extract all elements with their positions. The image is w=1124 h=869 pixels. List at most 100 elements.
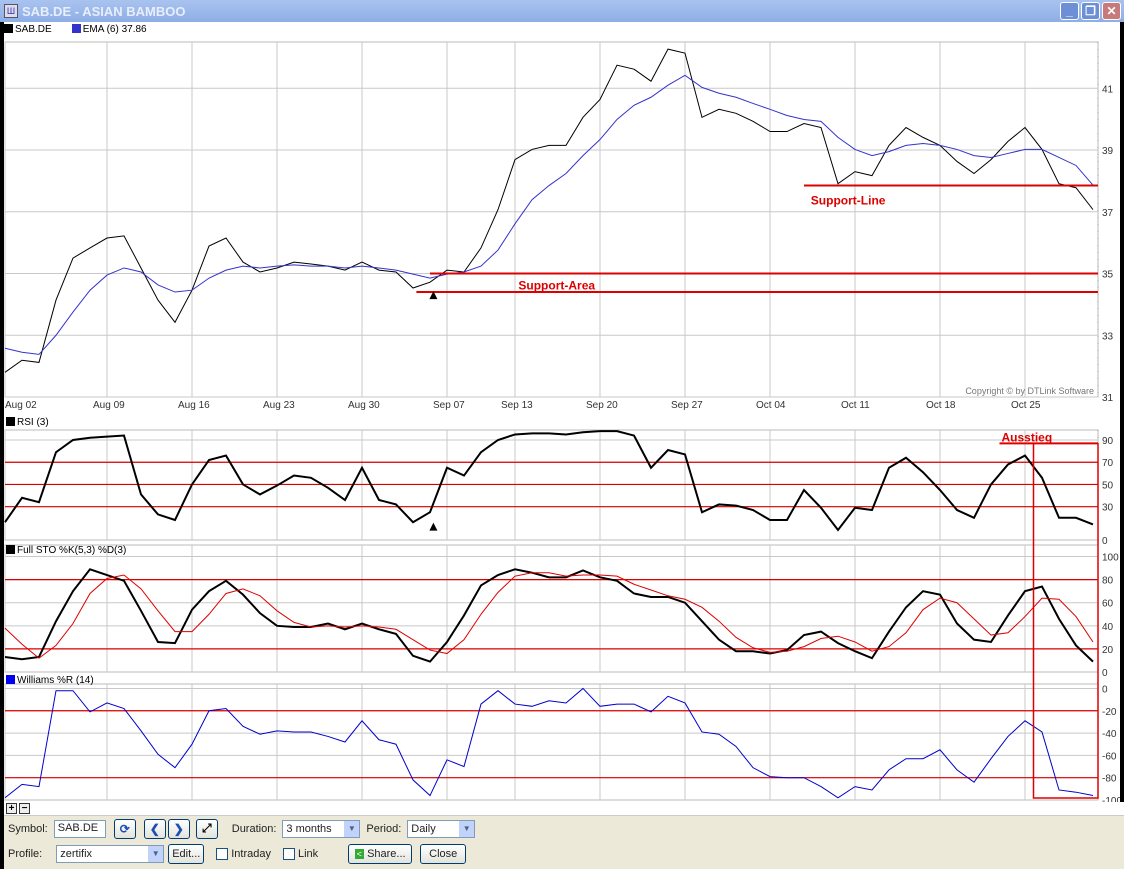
- annotation-label: Support-Line: [811, 193, 886, 207]
- x-tick-label: Oct 11: [841, 400, 870, 411]
- x-tick-label: Sep 20: [586, 400, 618, 411]
- y-tick-label: 100: [1102, 553, 1119, 564]
- chevron-down-icon: ▼: [344, 820, 360, 837]
- duration-label: Duration:: [231, 822, 277, 835]
- profile-select[interactable]: zertifix ▼: [56, 844, 165, 863]
- y-tick-label: 0: [1102, 684, 1108, 695]
- period-label: Period:: [366, 822, 402, 835]
- zoom-scroll-row: + −: [4, 802, 1124, 816]
- y-tick-label: 50: [1102, 480, 1114, 491]
- zoom-out-button[interactable]: −: [19, 803, 30, 814]
- checkbox-box[interactable]: [216, 847, 229, 860]
- x-tick-label: Oct 04: [756, 400, 786, 411]
- close-window-button[interactable]: ✕: [1102, 2, 1121, 20]
- x-tick-label: Aug 09: [93, 400, 125, 411]
- chevron-down-icon: ▼: [459, 820, 475, 837]
- checkbox-box[interactable]: [283, 847, 295, 860]
- y-tick-label: 70: [1102, 458, 1114, 469]
- legend-swatch-sto: [6, 545, 15, 554]
- x-tick-label: Sep 07: [433, 400, 465, 411]
- y-tick-label: -40: [1102, 729, 1117, 740]
- sto-legend: Full STO %K(5,3) %D(3): [6, 545, 126, 556]
- x-tick-label: Aug 16: [178, 400, 210, 411]
- link-checkbox[interactable]: Link: [283, 847, 319, 860]
- title-bar: Ш SAB.DE - ASIAN BAMBOO _ ❐ ✕: [0, 0, 1124, 22]
- chevron-right-icon: ❯: [173, 821, 184, 836]
- legend-swatch-williams: [6, 675, 15, 684]
- y-tick-label: 41: [1102, 84, 1114, 95]
- x-tick-label: Sep 13: [501, 400, 533, 411]
- y-tick-label: 33: [1102, 331, 1114, 342]
- legend-price: SAB.DE: [4, 24, 52, 35]
- window-title: SAB.DE - ASIAN BAMBOO: [22, 3, 186, 19]
- x-tick-label: Sep 27: [671, 400, 703, 411]
- intraday-label: Intraday: [231, 847, 271, 860]
- pane-0-frame: [4, 41, 1099, 398]
- x-tick-label: Aug 23: [263, 400, 295, 411]
- legend-swatch-ema: [71, 24, 81, 33]
- chart-icon: Ш: [4, 4, 18, 18]
- legend-swatch-price: [4, 24, 13, 33]
- y-tick-label: 40: [1102, 622, 1114, 633]
- control-panel: + − Symbol: SAB.DE ⟳ ❮ ❯ ⤢ Duration: 3 m…: [0, 802, 1124, 869]
- chart-area[interactable]: 41 39 37 35 33 31 Support-Line Support-Area 90 70…: [0, 22, 1124, 802]
- y-tick-label: 37: [1102, 208, 1114, 219]
- duration-select[interactable]: 3 months ▼: [282, 819, 361, 838]
- y-tick-label: 31: [1102, 393, 1114, 404]
- williams-legend-label: Williams %R (14): [17, 675, 94, 686]
- y-tick-label: 60: [1102, 599, 1114, 610]
- toolbar-row-1: Symbol: SAB.DE ⟳ ❮ ❯ ⤢ Duration: 3 month…: [4, 816, 1124, 841]
- refresh-button[interactable]: ⟳: [113, 818, 136, 839]
- legend-ema-label: EMA (6) 37.86: [82, 24, 147, 35]
- y-tick-label: 90: [1102, 436, 1114, 447]
- share-label: Share...: [367, 847, 406, 860]
- rsi-legend: RSI (3): [6, 417, 49, 428]
- y-tick-label: -60: [1102, 751, 1117, 762]
- williams-legend: Williams %R (14): [6, 675, 94, 686]
- window-border-left: [0, 22, 4, 802]
- restore-button[interactable]: ❐: [1081, 2, 1100, 20]
- x-tick-label: Oct 25: [1011, 400, 1041, 411]
- period-value: Daily: [411, 822, 436, 835]
- annotation-label: Ausstieg: [1002, 430, 1053, 444]
- previous-button[interactable]: ❮: [143, 818, 166, 839]
- profile-label: Profile:: [8, 847, 43, 860]
- zoom-in-button[interactable]: +: [6, 803, 17, 814]
- duration-value: 3 months: [286, 822, 332, 835]
- price-legend: SAB.DE EMA (6) 37.86: [4, 24, 147, 35]
- minimize-button[interactable]: _: [1060, 2, 1079, 20]
- legend-ema: EMA (6) 37.86: [71, 24, 147, 35]
- y-tick-label: 30: [1102, 503, 1114, 514]
- pane-2-frame: [4, 544, 1099, 673]
- share-icon: <: [354, 848, 365, 859]
- close-button[interactable]: Close: [420, 843, 467, 864]
- y-tick-label: 35: [1102, 270, 1114, 281]
- x-tick-label: Oct 18: [926, 400, 956, 411]
- x-tick-label: Aug 30: [348, 400, 380, 411]
- legend-swatch-rsi: [6, 417, 15, 426]
- y-tick-label: 20: [1102, 645, 1114, 656]
- share-button[interactable]: < Share...: [348, 843, 413, 864]
- x-tick-label: Aug 02: [5, 400, 37, 411]
- y-tick-label: 80: [1102, 576, 1114, 587]
- y-tick-label: 0: [1102, 536, 1108, 547]
- toolbar-row-2: Profile: zertifix ▼ Edit... Intraday Link…: [4, 841, 1124, 866]
- y-tick-label: 39: [1102, 146, 1114, 157]
- chevron-down-icon: ▼: [148, 845, 164, 862]
- symbol-label: Symbol:: [8, 822, 48, 835]
- y-tick-label: -20: [1102, 707, 1117, 718]
- profile-value: zertifix: [60, 847, 93, 860]
- chevron-left-icon: ❮: [149, 821, 160, 836]
- copyright-text: Copyright © by DTLink Software: [965, 386, 1094, 396]
- symbol-input[interactable]: SAB.DE: [53, 819, 106, 838]
- y-tick-label: -80: [1102, 774, 1117, 785]
- expand-button[interactable]: ⤢: [195, 818, 218, 839]
- annotation-label: Support-Area: [518, 278, 595, 292]
- sto-legend-label: Full STO %K(5,3) %D(3): [17, 545, 127, 556]
- link-label: Link: [298, 847, 319, 860]
- intraday-checkbox[interactable]: Intraday: [216, 847, 271, 860]
- period-select[interactable]: Daily ▼: [407, 819, 476, 838]
- legend-price-label: SAB.DE: [15, 24, 52, 35]
- edit-profile-button[interactable]: Edit...: [168, 843, 205, 864]
- next-button[interactable]: ❯: [167, 818, 190, 839]
